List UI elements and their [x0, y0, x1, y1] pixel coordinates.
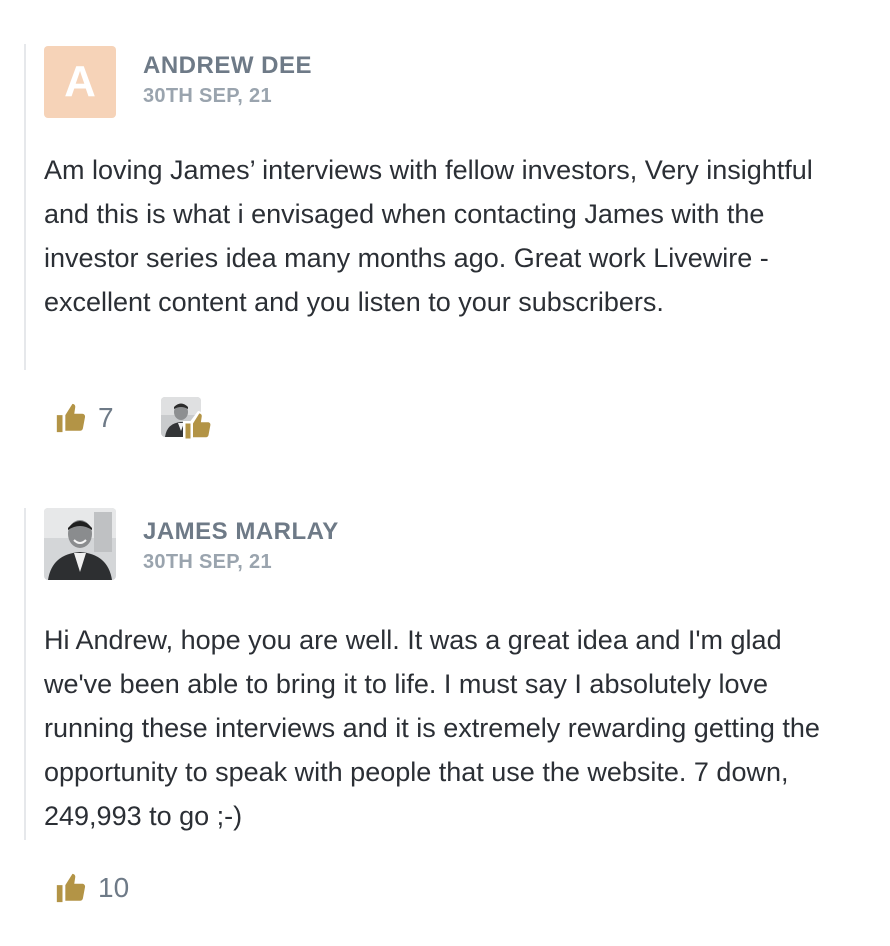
like-count: 7 — [98, 402, 114, 433]
comment-date: 30TH SEP, 21 — [143, 551, 272, 573]
thumbs-up-badge-icon — [183, 411, 213, 441]
person-photo-icon — [44, 508, 116, 580]
avatar-letter: A — [64, 57, 96, 106]
avatar[interactable]: A — [44, 46, 116, 118]
comment-date: 30TH SEP, 21 — [143, 85, 272, 107]
thread-line — [24, 44, 26, 370]
like-row: 7 — [54, 396, 114, 440]
like-count: 10 — [98, 872, 130, 903]
comment-body: Am loving James’ interviews with fellow … — [44, 155, 813, 317]
liker-avatar[interactable] — [161, 397, 221, 443]
comment-andrew-dee: A ANDREW DEE 30TH SEP, 21 Am loving Jame… — [0, 0, 890, 470]
author-name[interactable]: JAMES MARLAY — [143, 518, 339, 546]
comment-james-marlay: JAMES MARLAY 30TH SEP, 21 Hi Andrew, hop… — [0, 470, 890, 946]
author-name[interactable]: ANDREW DEE — [143, 52, 312, 80]
comment-body: Hi Andrew, hope you are well. It was a g… — [44, 625, 820, 831]
like-row: 10 — [54, 866, 129, 910]
avatar[interactable] — [44, 508, 116, 580]
thumbs-up-icon[interactable] — [54, 401, 88, 435]
thumbs-up-icon[interactable] — [54, 871, 88, 905]
thread-line — [24, 508, 26, 840]
